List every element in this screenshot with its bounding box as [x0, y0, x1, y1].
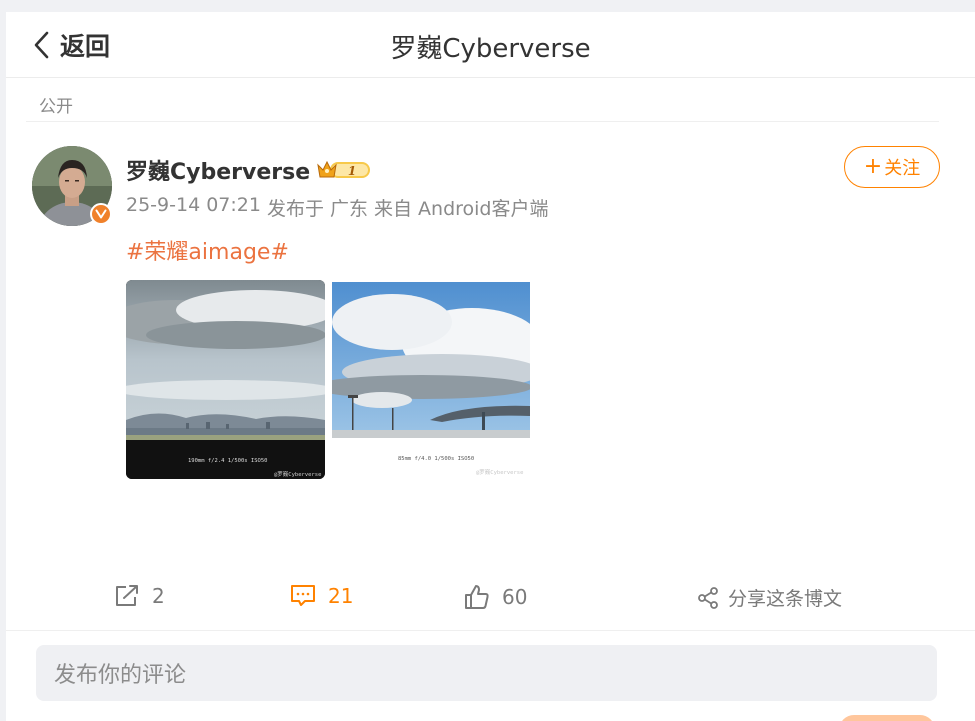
share-button[interactable]: 分享这条博文: [696, 584, 842, 611]
comment-button[interactable]: 21: [290, 584, 353, 608]
post-meta: 25-9-14 07:21 发布于 广东 来自 Android客户端: [126, 194, 549, 221]
header: 返回 罗巍Cyberverse: [6, 12, 975, 78]
post-image[interactable]: 190mm f/2.4 1/500s ISO50 @罗巍Cyberverse: [126, 280, 325, 479]
author-name[interactable]: 罗巍Cyberverse: [126, 154, 310, 186]
comment-icon: [291, 585, 315, 606]
share-label: 分享这条博文: [728, 588, 843, 610]
comment-input[interactable]: 发布你的评论: [36, 645, 937, 701]
follow-button[interactable]: + 关注: [844, 146, 940, 188]
divider: [26, 121, 939, 122]
like-icon: [465, 585, 489, 609]
action-bar: 2 21 60 分享这条博文: [6, 572, 975, 624]
post-detail-card: 返回 罗巍Cyberverse 公开 罗巍Cyberverse 1 25-9-1…: [6, 12, 975, 721]
submit-comment-button[interactable]: [839, 715, 935, 721]
image-caption: 190mm f/2.4 1/500s ISO50: [188, 458, 268, 464]
image-watermark: @罗巍Cyberverse: [274, 472, 322, 478]
image-watermark: @罗巍Cyberverse: [476, 470, 524, 476]
vip-crown-icon[interactable]: 1: [316, 158, 374, 182]
author-row: 罗巍Cyberverse 1: [126, 154, 374, 186]
post-source: 来自 Android客户端: [374, 198, 549, 220]
post-image[interactable]: 85mm f/4.0 1/500s ISO50 @罗巍Cyberverse: [332, 282, 530, 478]
repost-icon: [116, 585, 138, 606]
comment-placeholder: 发布你的评论: [54, 663, 187, 688]
verified-icon: [90, 203, 112, 225]
comment-count: 21: [328, 584, 354, 608]
post-location: 发布于 广东: [266, 198, 368, 220]
repost-count: 2: [152, 584, 165, 608]
vip-level: 1: [348, 164, 356, 178]
repost-button[interactable]: 2: [114, 584, 165, 608]
page-title: 罗巍Cyberverse: [390, 34, 591, 64]
like-count: 60: [502, 585, 528, 609]
post-date[interactable]: 25-9-14 07:21: [126, 194, 261, 221]
hashtag-link[interactable]: #荣耀aimage#: [126, 234, 289, 266]
follow-label: 关注: [884, 158, 921, 179]
like-button[interactable]: 60: [464, 584, 527, 610]
share-icon: [698, 586, 718, 609]
image-caption: 85mm f/4.0 1/500s ISO50: [398, 456, 475, 462]
plus-icon: +: [863, 154, 883, 179]
visibility-label: 公开: [39, 97, 73, 117]
divider: [6, 630, 975, 631]
